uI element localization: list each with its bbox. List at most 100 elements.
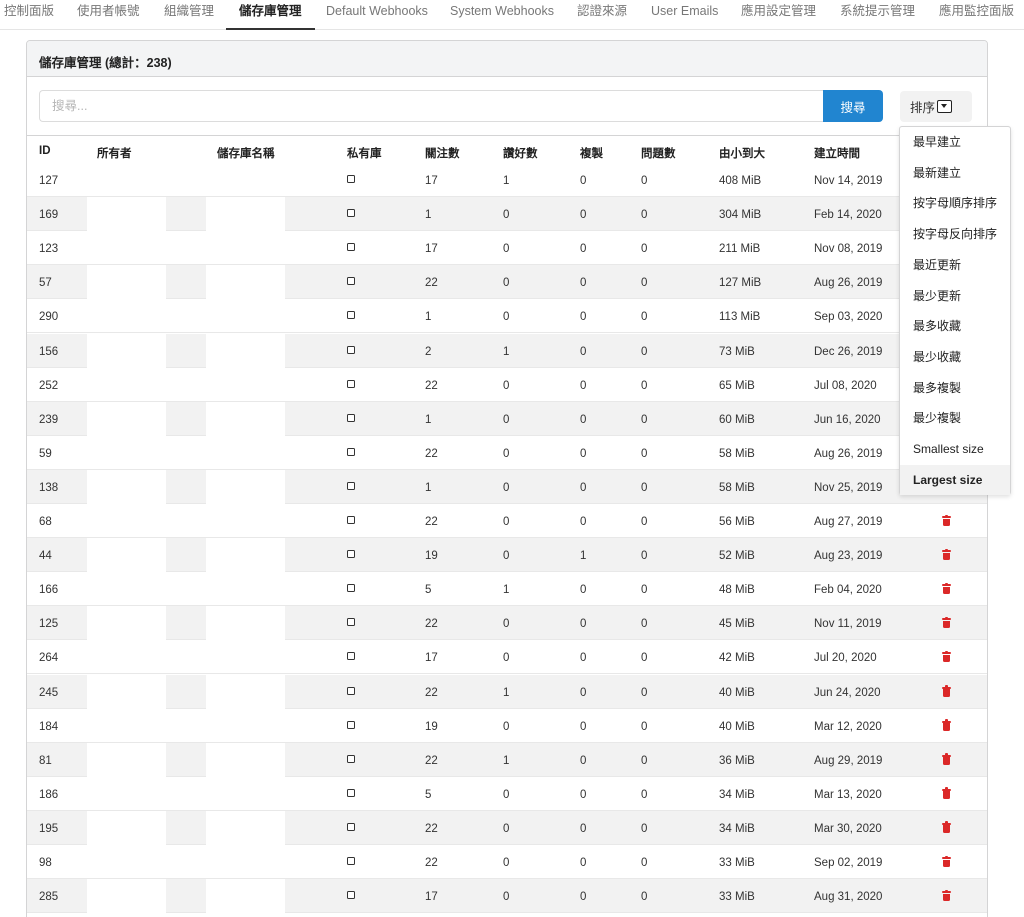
tab-dashboard[interactable]: 控制面版 bbox=[4, 0, 54, 30]
delete-trash-icon[interactable] bbox=[942, 719, 951, 731]
column-header-issues[interactable]: 問題數 bbox=[641, 145, 676, 161]
delete-trash-icon[interactable] bbox=[942, 548, 951, 561]
delete-trash-icon[interactable] bbox=[942, 685, 951, 697]
cell-size: 48 MiB bbox=[719, 584, 755, 597]
cell-forks: 0 bbox=[580, 720, 587, 733]
cell-created: Nov 14, 2019 bbox=[814, 175, 883, 187]
tab-default-webhooks[interactable]: Default Webhooks bbox=[326, 0, 428, 30]
tab-user-accounts[interactable]: 使用者帳號 bbox=[77, 0, 140, 30]
delete-trash-icon[interactable] bbox=[942, 650, 951, 663]
cell-issues: 0 bbox=[641, 857, 648, 869]
redacted-owner bbox=[87, 538, 166, 573]
sort-option-most-stars[interactable]: 最多收藏 bbox=[900, 311, 1010, 342]
cell-size: 40 MiB bbox=[719, 720, 755, 733]
column-header-id[interactable]: ID bbox=[39, 145, 51, 157]
cell-forks: 0 bbox=[580, 175, 587, 187]
cell-stars: 0 bbox=[503, 413, 510, 426]
tab-repositories[interactable]: 儲存庫管理 bbox=[226, 0, 315, 30]
sort-option-largest-size[interactable]: Largest size bbox=[900, 464, 1010, 496]
cell-stars: 1 bbox=[503, 686, 510, 699]
sort-option-reverse-alphabetical[interactable]: 按字母反向排序 bbox=[900, 219, 1010, 250]
redacted-owner bbox=[87, 606, 166, 641]
tab-notices[interactable]: 系統提示管理 bbox=[840, 0, 915, 30]
cell-id: 184 bbox=[39, 720, 59, 733]
cell-watches: 2 bbox=[425, 345, 432, 358]
column-header-created[interactable]: 建立時間 bbox=[814, 145, 860, 161]
cell-forks: 0 bbox=[580, 413, 587, 426]
cell-created: Nov 11, 2019 bbox=[814, 618, 882, 631]
cell-id: 239 bbox=[39, 413, 59, 426]
tab-system-webhooks[interactable]: System Webhooks bbox=[450, 0, 554, 30]
sort-option-alphabetical[interactable]: 按字母順序排序 bbox=[900, 188, 1010, 219]
column-header-size[interactable]: 由小到大 bbox=[719, 145, 765, 161]
table-row: 57 22 0 0 0 127 MiB Aug 26, 2019 bbox=[27, 265, 987, 300]
delete-trash-icon[interactable] bbox=[942, 889, 951, 902]
cell-watches: 17 bbox=[425, 175, 438, 187]
cell-stars: 0 bbox=[503, 550, 510, 563]
trash-lid bbox=[942, 857, 951, 859]
sort-option-smallest-size[interactable]: Smallest size bbox=[900, 434, 1010, 465]
sort-option-newest[interactable]: 最新建立 bbox=[900, 158, 1010, 189]
cell-issues: 0 bbox=[641, 209, 648, 222]
cell-id: 59 bbox=[39, 447, 52, 460]
tab-monitor[interactable]: 應用監控面版 bbox=[939, 0, 1014, 30]
delete-trash-icon[interactable] bbox=[942, 821, 951, 833]
tab-user-emails[interactable]: User Emails bbox=[651, 0, 718, 30]
cell-watches: 1 bbox=[425, 311, 432, 324]
delete-trash-icon[interactable] bbox=[942, 855, 951, 867]
cell-forks: 0 bbox=[580, 379, 587, 392]
table-row: 138 1 0 0 0 58 MiB Nov 25, 2019 bbox=[27, 469, 987, 504]
cell-size: 58 MiB bbox=[719, 481, 755, 494]
column-header-watches[interactable]: 關注數 bbox=[425, 145, 460, 161]
cell-watches: 22 bbox=[425, 686, 438, 699]
cell-id: 138 bbox=[39, 481, 59, 494]
delete-trash-icon[interactable] bbox=[942, 787, 951, 799]
search-button[interactable]: 搜尋 bbox=[823, 90, 883, 122]
cell-id: 57 bbox=[39, 277, 52, 290]
delete-trash-icon[interactable] bbox=[942, 616, 951, 629]
column-header-private[interactable]: 私有庫 bbox=[347, 145, 382, 161]
sort-option-recently-updated[interactable]: 最近更新 bbox=[900, 250, 1010, 281]
private-checkbox-icon bbox=[347, 243, 355, 252]
redacted-owner bbox=[87, 469, 166, 504]
cell-size: 58 MiB bbox=[719, 447, 755, 460]
sort-option-fewest-forks[interactable]: 最少複製 bbox=[900, 403, 1010, 434]
table-row: 166 5 1 0 0 48 MiB Feb 04, 2020 bbox=[27, 572, 987, 607]
tab-auth-sources[interactable]: 認證來源 bbox=[577, 0, 627, 30]
cell-watches: 5 bbox=[425, 788, 432, 801]
cell-issues: 0 bbox=[641, 754, 648, 767]
repositories-panel: 儲存庫管理 (總計：238) 搜尋 排序 ID 所有者 儲存庫名稱 私有庫 關注… bbox=[26, 40, 988, 917]
cell-stars: 0 bbox=[503, 822, 510, 835]
cell-forks: 0 bbox=[580, 447, 587, 460]
table-row: 59 22 0 0 0 58 MiB Aug 26, 2019 bbox=[27, 436, 987, 470]
private-checkbox-icon bbox=[347, 175, 355, 183]
sort-button[interactable]: 排序 bbox=[900, 91, 972, 122]
cell-created: Dec 26, 2019 bbox=[814, 345, 883, 358]
sort-option-fewest-stars[interactable]: 最少收藏 bbox=[900, 342, 1010, 373]
search-input[interactable] bbox=[39, 90, 824, 122]
tab-config[interactable]: 應用設定管理 bbox=[741, 0, 816, 30]
cell-stars: 0 bbox=[503, 652, 510, 665]
column-header-forks[interactable]: 複製 bbox=[580, 145, 603, 161]
cell-size: 113 MiB bbox=[719, 311, 761, 324]
delete-trash-icon[interactable] bbox=[942, 514, 951, 526]
column-header-owner[interactable]: 所有者 bbox=[97, 145, 132, 161]
trash-lid bbox=[942, 550, 951, 553]
column-header-stars[interactable]: 讚好數 bbox=[503, 145, 538, 161]
table-row: 186 5 0 0 0 34 MiB Mar 13, 2020 bbox=[27, 777, 987, 811]
delete-trash-icon[interactable] bbox=[942, 582, 951, 595]
cell-watches: 22 bbox=[425, 857, 438, 869]
redacted-repo-name bbox=[206, 333, 285, 368]
tab-organizations[interactable]: 組織管理 bbox=[164, 0, 214, 30]
table-row: 81 22 1 0 0 36 MiB Aug 29, 2019 bbox=[27, 742, 987, 777]
cell-issues: 0 bbox=[641, 618, 648, 631]
sort-option-least-updated[interactable]: 最少更新 bbox=[900, 281, 1010, 312]
delete-trash-icon[interactable] bbox=[942, 753, 951, 765]
table-row: 169 1 0 0 0 304 MiB Feb 14, 2020 bbox=[27, 197, 987, 232]
cell-watches: 1 bbox=[425, 413, 432, 426]
cell-created: Feb 14, 2020 bbox=[814, 209, 882, 222]
column-header-name[interactable]: 儲存庫名稱 bbox=[217, 145, 275, 161]
table-top-border bbox=[27, 135, 987, 136]
sort-option-oldest[interactable]: 最早建立 bbox=[900, 127, 1010, 158]
sort-option-most-forks[interactable]: 最多複製 bbox=[900, 373, 1010, 404]
